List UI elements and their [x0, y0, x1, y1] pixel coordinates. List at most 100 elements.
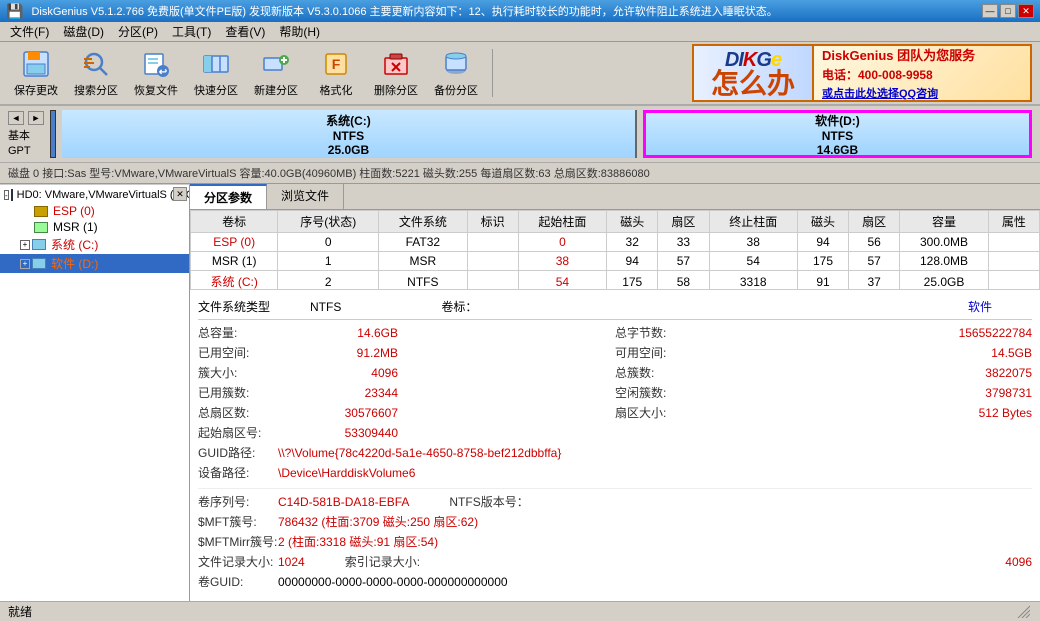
esp-part-icon — [34, 206, 48, 217]
menu-bar: 文件(F) 磁盘(D) 分区(P) 工具(T) 查看(V) 帮助(H) — [0, 22, 1040, 42]
col-end-cyl: 终止柱面 — [709, 211, 797, 233]
tree-expand-system[interactable]: + — [20, 240, 30, 250]
menu-view[interactable]: 查看(V) — [219, 21, 271, 42]
title-text: DiskGenius V5.1.2.766 免费版(单文件PE版) 发现新版本 … — [31, 3, 777, 19]
row0-seq: 0 — [278, 233, 379, 252]
col-start-sec: 扇区 — [658, 211, 709, 233]
ad-slogan-cn: 怎么办 — [711, 70, 795, 98]
disk-icon — [11, 189, 13, 201]
row2-start-head: 175 — [607, 271, 658, 290]
menu-partition[interactable]: 分区(P) — [112, 21, 164, 42]
table-row[interactable]: ESP (0) 0 FAT32 0 32 33 38 94 56 300.0MB — [191, 233, 1040, 252]
col-id: 标识 — [467, 211, 518, 233]
fs-type-label: 文件系统类型 — [198, 298, 270, 315]
row0-start-sec: 33 — [658, 233, 709, 252]
backup-partition-button[interactable]: 备份分区 — [428, 45, 484, 101]
ad-logo-area: DIKGe 怎么办 — [694, 46, 814, 100]
ad-link[interactable]: 或点击此处选择QQ咨询 — [822, 85, 938, 101]
resize-handle[interactable] — [1016, 604, 1032, 620]
advertisement-banner[interactable]: DIKGe 怎么办 DiskGenius 团队为您服务 电话：400-008-9… — [692, 44, 1032, 102]
delete-partition-button[interactable]: 删除分区 — [368, 45, 424, 101]
close-button[interactable]: ✕ — [1018, 4, 1034, 18]
menu-file[interactable]: 文件(F) — [4, 21, 55, 42]
toolbar-separator — [492, 49, 493, 97]
nav-back-button[interactable]: ◄ — [8, 111, 24, 125]
detail-free-clusters: 空闲簇数: 3798731 — [615, 384, 1032, 401]
detail-sector-size: 扇区大小: 512 Bytes — [615, 404, 1032, 421]
row2-end-sec: 37 — [849, 271, 900, 290]
vol-label: 卷标： — [441, 298, 477, 315]
free-clusters-value: 3798731 — [985, 386, 1032, 400]
tree-esp-item[interactable]: ESP (0) — [0, 203, 189, 219]
row1-end-sec: 57 — [849, 252, 900, 271]
row0-start-head: 32 — [607, 233, 658, 252]
format-icon: F — [320, 48, 352, 80]
left-panel-close-button[interactable]: ✕ — [173, 187, 187, 201]
menu-disk[interactable]: 磁盘(D) — [57, 21, 110, 42]
total-cap-value: 14.6GB — [278, 326, 398, 340]
ad-brand-text: DIKGe — [725, 48, 781, 70]
total-sectors-value: 30576607 — [278, 406, 398, 420]
new-part-icon — [260, 48, 292, 80]
tree-system-item[interactable]: + 系统 (C:) — [0, 235, 189, 254]
tree-disk-label: HD0: VMware,VMwareVirtualS (40GB) — [17, 189, 190, 201]
detail-total-cap: 总容量: 14.6GB — [198, 324, 615, 341]
menu-help[interactable]: 帮助(H) — [273, 21, 326, 42]
detail-col-right: 总字节数: 15655222784 可用空间: 14.5GB 总簇数: 3822… — [615, 324, 1032, 484]
row1-end-cyl: 54 — [709, 252, 797, 271]
save-icon — [20, 48, 52, 80]
tab-browse-files[interactable]: 浏览文件 — [267, 184, 344, 209]
tree-msr-item[interactable]: MSR (1) — [0, 219, 189, 235]
maximize-button[interactable]: □ — [1000, 4, 1016, 18]
tree-software-item[interactable]: + 软件 (D:) — [0, 254, 189, 273]
col-fs: 文件系统 — [379, 211, 467, 233]
tree-expand-disk[interactable]: - — [4, 190, 9, 200]
detail-total-clusters: 总簇数: 3822075 — [615, 364, 1032, 381]
row1-label: MSR (1) — [191, 252, 278, 271]
row2-attr — [988, 271, 1039, 290]
table-row[interactable]: MSR (1) 1 MSR 38 94 57 54 175 57 128.0MB — [191, 252, 1040, 271]
title-bar-left: 💾 DiskGenius V5.1.2.766 免费版(单文件PE版) 发现新版… — [6, 3, 778, 20]
nav-forward-button[interactable]: ► — [28, 111, 44, 125]
svg-text:F: F — [332, 56, 341, 72]
detail-free-space: 可用空间: 14.5GB — [615, 344, 1032, 361]
toolbar: 保存更改 搜索分区 — [0, 42, 1040, 106]
row1-end-head: 175 — [797, 252, 848, 271]
detail-bottom: 卷序列号: C14D-581B-DA18-EBFA NTFS版本号： $MFT簇… — [198, 488, 1032, 590]
col-size: 容量 — [900, 211, 988, 233]
minimize-button[interactable]: — — [982, 4, 998, 18]
app-icon: 💾 — [6, 3, 23, 20]
row1-seq: 1 — [278, 252, 379, 271]
mft-mirror-value: 2 (柱面:3318 磁头:91 扇区:54) — [278, 533, 438, 550]
menu-tools[interactable]: 工具(T) — [166, 21, 217, 42]
disk-small-part — [50, 110, 56, 158]
detail-total-bytes: 总字节数: 15655222784 — [615, 324, 1032, 341]
tree-disk-item[interactable]: - HD0: VMware,VMwareVirtualS (40GB) — [0, 187, 189, 203]
disk-system-partition[interactable]: 系统(C:) NTFS 25.0GB — [62, 110, 637, 158]
new-partition-button[interactable]: 新建分区 — [248, 45, 304, 101]
format-button[interactable]: F 格式化 — [308, 45, 364, 101]
restore-icon: ↩ — [140, 48, 172, 80]
row0-id — [467, 233, 518, 252]
guid-path-value: \\?\Volume{78c4220d-5a1e-4650-8758-bef21… — [278, 446, 561, 460]
device-path-value: \Device\HarddiskVolume6 — [278, 466, 415, 480]
save-changes-button[interactable]: 保存更改 — [8, 45, 64, 101]
row2-start-cyl: 54 — [518, 271, 606, 290]
partition-table-container: 卷标 序号(状态) 文件系统 标识 起始柱面 磁头 扇区 终止柱面 磁头 扇区 … — [190, 210, 1040, 289]
restore-files-button[interactable]: ↩ 恢复文件 — [128, 45, 184, 101]
quick-partition-button[interactable]: 快速分区 — [188, 45, 244, 101]
tree-expand-software[interactable]: + — [20, 259, 30, 269]
col-start-cyl: 起始柱面 — [518, 211, 606, 233]
used-clusters-value: 23344 — [278, 386, 398, 400]
table-row[interactable]: 系统 (C:) 2 NTFS 54 175 58 3318 91 37 25.0… — [191, 271, 1040, 290]
tab-partition-params[interactable]: 分区参数 — [190, 184, 267, 209]
row2-fs: NTFS — [379, 271, 467, 290]
row1-id — [467, 252, 518, 271]
tree-msr-label: MSR (1) — [53, 220, 98, 234]
cluster-size-value: 4096 — [278, 366, 398, 380]
disk-software-partition[interactable]: 软件(D:) NTFS 14.6GB — [643, 110, 1032, 158]
row1-start-cyl: 38 — [518, 252, 606, 271]
index-record-value: 4096 — [1005, 555, 1032, 569]
search-partition-button[interactable]: 搜索分区 — [68, 45, 124, 101]
row0-label: ESP (0) — [191, 233, 278, 252]
